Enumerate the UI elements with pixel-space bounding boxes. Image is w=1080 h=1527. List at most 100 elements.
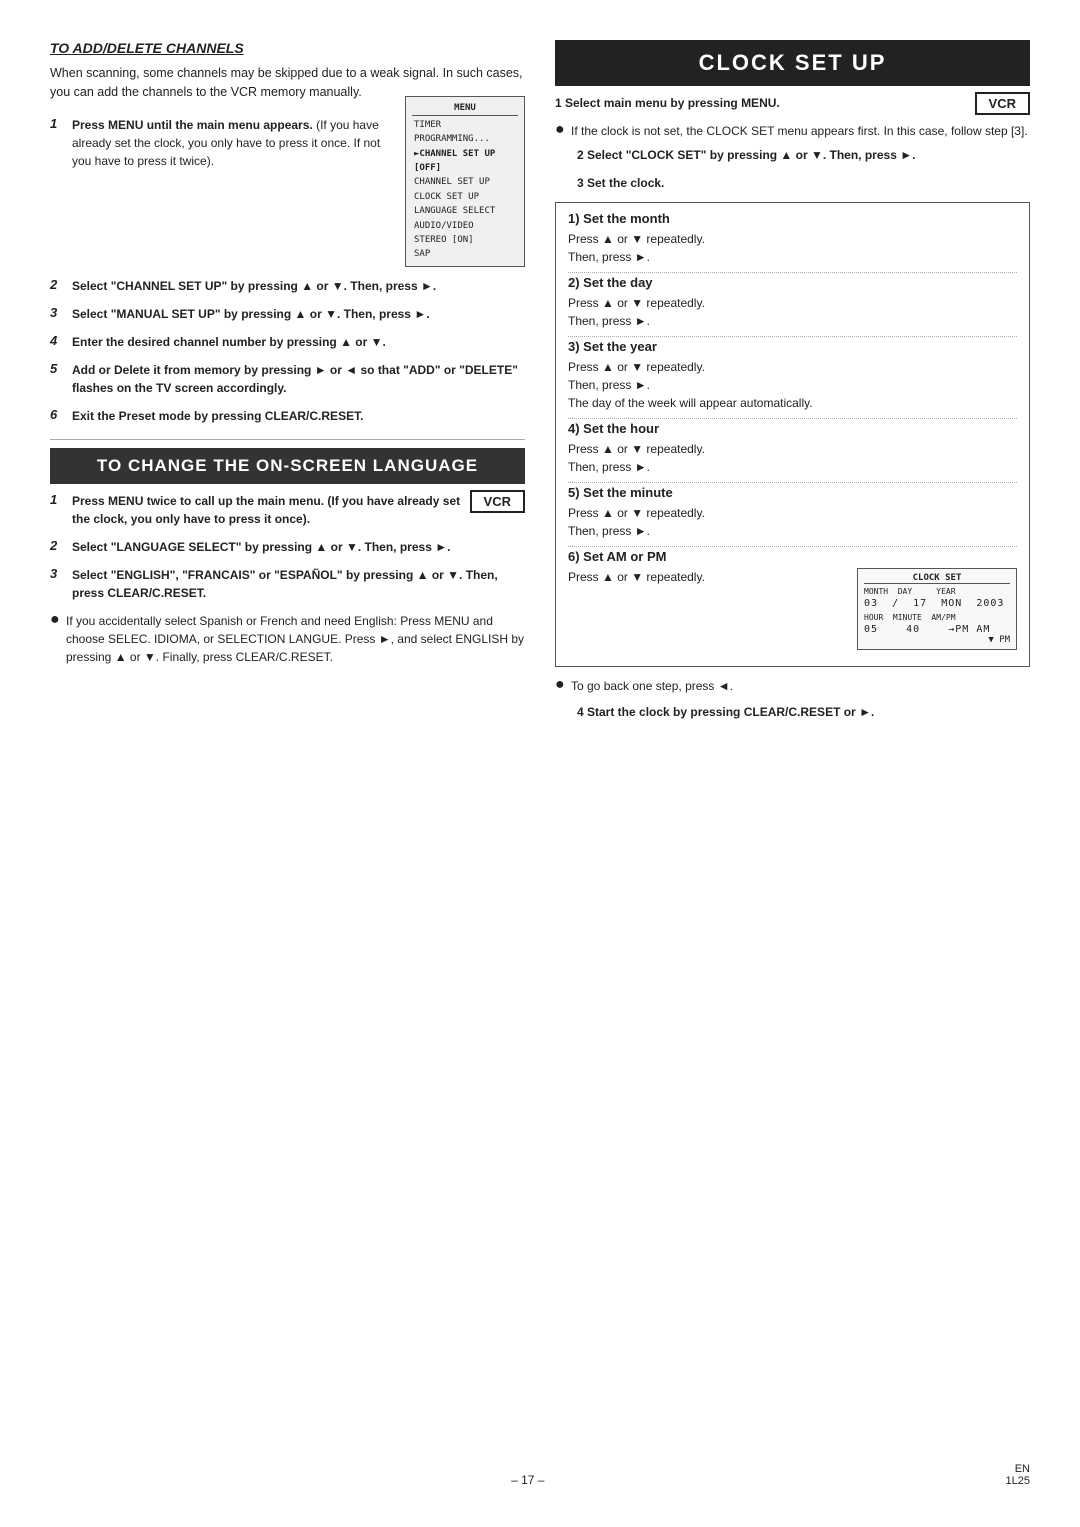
clock-sub-step-6-text: Press ▲ or ▼ repeatedly. xyxy=(568,568,839,586)
clock-sub-step-1: 1) Set the month Press ▲ or ▼ repeatedly… xyxy=(568,211,1017,273)
cd-arrow: ▼ PM xyxy=(864,635,1010,645)
lang-step-3-text: Select "ENGLISH", "FRANCAIS" or "ESPAÑOL… xyxy=(72,568,498,600)
step-6-content: Exit the Preset mode by pressing CLEAR/C… xyxy=(72,407,525,425)
page-footer: – 17 – EN 1L25 xyxy=(50,1463,1030,1487)
step-6-text: Exit the Preset mode by pressing CLEAR/C… xyxy=(72,409,363,423)
clock-sub-step-4-text: Press ▲ or ▼ repeatedly.Then, press ►. xyxy=(568,440,1017,476)
clock-step-4-num-spacer xyxy=(555,703,571,718)
step-1-num: 1 xyxy=(50,116,66,131)
clock-bullet-1-text: If the clock is not set, the CLOCK SET m… xyxy=(571,122,1028,140)
cd-row2-val: 05 40 →PM AM xyxy=(864,624,1010,635)
clock-vcr-badge: VCR xyxy=(975,92,1030,115)
clock-step-2-text: 2 Select "CLOCK SET" by pressing ▲ or ▼.… xyxy=(577,148,915,162)
step-1-text: Press MENU until the main menu appears. xyxy=(72,118,313,132)
clock-bullet-2: ● To go back one step, press ◄. xyxy=(555,677,1030,695)
step-4-content: Enter the desired channel number by pres… xyxy=(72,333,525,351)
clock-bullet-1: ● If the clock is not set, the CLOCK SET… xyxy=(555,122,1030,140)
clock-sub-step-5: 5) Set the minute Press ▲ or ▼ repeatedl… xyxy=(568,485,1017,547)
lang-bullet: ● If you accidentally select Spanish or … xyxy=(50,612,525,666)
clock-step-4: 4 Start the clock by pressing CLEAR/C.RE… xyxy=(555,703,1030,721)
lang-step-3-content: Select "ENGLISH", "FRANCAIS" or "ESPAÑOL… xyxy=(72,566,525,602)
lang-step-2-content: Select "LANGUAGE SELECT" by pressing ▲ o… xyxy=(72,538,525,556)
lang-step-2-num: 2 xyxy=(50,538,66,553)
cd-row1-val: 03 / 17 MON 2003 xyxy=(864,598,1010,609)
lang-bullet-text: If you accidentally select Spanish or Fr… xyxy=(66,612,525,666)
step-2-text: Select "CHANNEL SET UP" by pressing ▲ or… xyxy=(72,279,436,293)
cd-row2-label: HOUR MINUTE AM/PM xyxy=(864,613,1010,622)
lang-step-1: 1 Press MENU twice to call up the main m… xyxy=(50,492,470,528)
clock-steps-box: 1) Set the month Press ▲ or ▼ repeatedly… xyxy=(555,202,1030,667)
clock-sub-step-1-label: 1) Set the month xyxy=(568,211,1017,226)
clock-step-3: 3 Set the clock. xyxy=(555,174,1030,192)
left-column: TO ADD/DELETE CHANNELS When scanning, so… xyxy=(50,40,525,731)
clock-step-1: 1 Select main menu by pressing MENU. xyxy=(555,94,975,112)
add-delete-title: TO ADD/DELETE CHANNELS xyxy=(50,40,525,56)
step-3-num: 3 xyxy=(50,305,66,320)
lang-step-3-num: 3 xyxy=(50,566,66,581)
menu-item-stereo: STEREO [ON] xyxy=(412,233,518,247)
menu-item-clock: CLOCK SET UP xyxy=(412,190,518,204)
step-3: 3 Select "MANUAL SET UP" by pressing ▲ o… xyxy=(50,305,525,323)
menu-item-language: LANGUAGE SELECT xyxy=(412,204,518,218)
clock-sub-step-6-label: 6) Set AM or PM xyxy=(568,549,1017,564)
page-number: – 17 – xyxy=(50,1473,1006,1487)
clock-sub-step-6-row: Press ▲ or ▼ repeatedly. CLOCK SET MONTH… xyxy=(568,568,1017,650)
model-code: 1L25 xyxy=(1006,1475,1030,1487)
cd-row1-label: MONTH DAY YEAR xyxy=(864,587,1010,596)
clock-sub-step-2-label: 2) Set the day xyxy=(568,275,1017,290)
clock-step-1-text: 1 Select main menu by pressing MENU. xyxy=(555,96,780,110)
clock-step-4-content: 4 Start the clock by pressing CLEAR/C.RE… xyxy=(577,703,1030,721)
menu-image: MENU TIMER PROGRAMMING... ►CHANNEL SET U… xyxy=(405,96,525,267)
lang-step-1-content: Press MENU twice to call up the main men… xyxy=(72,492,470,528)
clock-display-widget: CLOCK SET MONTH DAY YEAR 03 / 17 MON 200… xyxy=(857,568,1017,650)
clock-sub-step-3-text: Press ▲ or ▼ repeatedly.Then, press ►.Th… xyxy=(568,358,1017,412)
clock-sub-step-5-text: Press ▲ or ▼ repeatedly.Then, press ►. xyxy=(568,504,1017,540)
clock-bullet-1-dot: ● xyxy=(555,122,567,140)
menu-item-sap: SAP xyxy=(412,247,518,261)
clock-step-2-content: 2 Select "CLOCK SET" by pressing ▲ or ▼.… xyxy=(577,146,1030,164)
vcr-badge-language: VCR xyxy=(470,490,525,513)
clock-setup-title: CLOCK SET UP xyxy=(555,40,1030,86)
step-2-content: Select "CHANNEL SET UP" by pressing ▲ or… xyxy=(72,277,525,295)
cd-title: CLOCK SET xyxy=(864,573,1010,584)
clock-step-1-content: 1 Select main menu by pressing MENU. xyxy=(555,94,975,112)
lang-bullet-dot: ● xyxy=(50,612,62,666)
step-4: 4 Enter the desired channel number by pr… xyxy=(50,333,525,351)
step-4-text: Enter the desired channel number by pres… xyxy=(72,335,386,349)
divider-1 xyxy=(50,439,525,440)
clock-sub-step-3: 3) Set the year Press ▲ or ▼ repeatedly.… xyxy=(568,339,1017,419)
clock-sub-step-2-text: Press ▲ or ▼ repeatedly.Then, press ►. xyxy=(568,294,1017,330)
clock-sub-step-2: 2) Set the day Press ▲ or ▼ repeatedly.T… xyxy=(568,275,1017,337)
menu-item-timer: TIMER PROGRAMMING... xyxy=(412,118,518,147)
clock-step-3-text: 3 Set the clock. xyxy=(577,176,664,190)
menu-item-channel: CHANNEL SET UP xyxy=(412,175,518,189)
clock-sub-step-1-text: Press ▲ or ▼ repeatedly.Then, press ►. xyxy=(568,230,1017,266)
language-section-title: TO CHANGE THE ON-SCREEN LANGUAGE xyxy=(50,448,525,484)
menu-item-audio: AUDIO/VIDEO xyxy=(412,219,518,233)
step-6-num: 6 xyxy=(50,407,66,422)
lang-step-2-text: Select "LANGUAGE SELECT" by pressing ▲ o… xyxy=(72,540,450,554)
page-code: EN 1L25 xyxy=(1006,1463,1030,1487)
menu-item-channel-off: ►CHANNEL SET UP [OFF] xyxy=(412,147,518,176)
step-2-num: 2 xyxy=(50,277,66,292)
clock-step-2: 2 Select "CLOCK SET" by pressing ▲ or ▼.… xyxy=(555,146,1030,164)
clock-sub-step-3-label: 3) Set the year xyxy=(568,339,1017,354)
clock-sub-step-4-label: 4) Set the hour xyxy=(568,421,1017,436)
language-section: TO CHANGE THE ON-SCREEN LANGUAGE VCR 1 P… xyxy=(50,448,525,666)
step-5-text: Add or Delete it from memory by pressing… xyxy=(72,363,518,395)
add-delete-section: TO ADD/DELETE CHANNELS When scanning, so… xyxy=(50,40,525,425)
step-3-content: Select "MANUAL SET UP" by pressing ▲ or … xyxy=(72,305,525,323)
lang-step-3: 3 Select "ENGLISH", "FRANCAIS" or "ESPAÑ… xyxy=(50,566,525,602)
lang-step-1-num: 1 xyxy=(50,492,66,507)
clock-step-2-num-spacer xyxy=(555,146,571,161)
page: TO ADD/DELETE CHANNELS When scanning, so… xyxy=(0,0,1080,1527)
clock-step-4-text: 4 Start the clock by pressing CLEAR/C.RE… xyxy=(577,705,874,719)
clock-sub-step-6: 6) Set AM or PM Press ▲ or ▼ repeatedly.… xyxy=(568,549,1017,656)
right-column: CLOCK SET UP VCR 1 Select main menu by p… xyxy=(555,40,1030,731)
step-4-num: 4 xyxy=(50,333,66,348)
clock-sub-step-4: 4) Set the hour Press ▲ or ▼ repeatedly.… xyxy=(568,421,1017,483)
clock-bullet-2-dot: ● xyxy=(555,677,567,695)
step-1-content: Press MENU until the main menu appears. … xyxy=(72,116,525,267)
lang-code: EN xyxy=(1015,1463,1030,1475)
step-3-text: Select "MANUAL SET UP" by pressing ▲ or … xyxy=(72,307,430,321)
